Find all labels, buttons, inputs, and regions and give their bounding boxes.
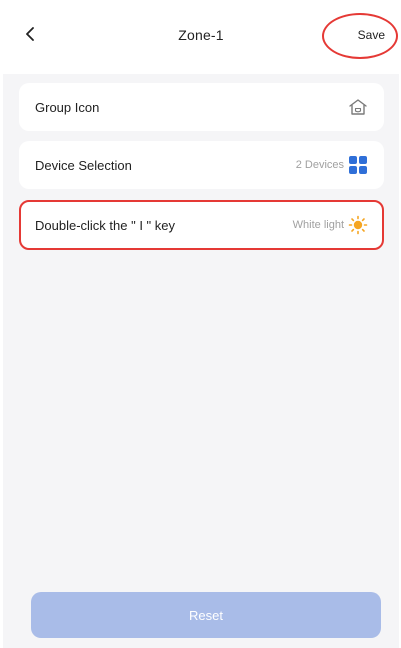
device-selection-label: Device Selection xyxy=(35,157,132,173)
home-icon xyxy=(348,98,368,116)
device-selection-value: 2 Devices xyxy=(296,155,368,175)
double-click-key-label: Double-click the " I " key xyxy=(35,217,176,233)
page-title: Zone-1 xyxy=(178,27,224,43)
device-selection-row[interactable]: Device Selection 2 Devices xyxy=(19,141,384,189)
reset-button[interactable]: Reset xyxy=(31,592,381,638)
back-button[interactable] xyxy=(17,21,43,47)
header-bar: Zone-1 Save xyxy=(3,0,399,74)
save-button[interactable]: Save xyxy=(358,28,385,42)
device-count: 2 Devices xyxy=(295,159,344,171)
group-icon-row[interactable]: Group Icon xyxy=(19,83,384,131)
group-icon-label: Group Icon xyxy=(35,99,100,115)
app-screen: Zone-1 Save Group Icon Device Selection … xyxy=(3,0,399,648)
grid-icon xyxy=(348,155,368,175)
double-click-key-row[interactable]: Double-click the " I " key White light xyxy=(19,200,384,250)
sun-icon xyxy=(348,215,368,235)
chevron-left-icon xyxy=(24,27,36,41)
group-icon-value xyxy=(348,98,368,116)
double-click-key-value: White light xyxy=(293,215,368,235)
light-mode-value: White light xyxy=(292,219,344,231)
